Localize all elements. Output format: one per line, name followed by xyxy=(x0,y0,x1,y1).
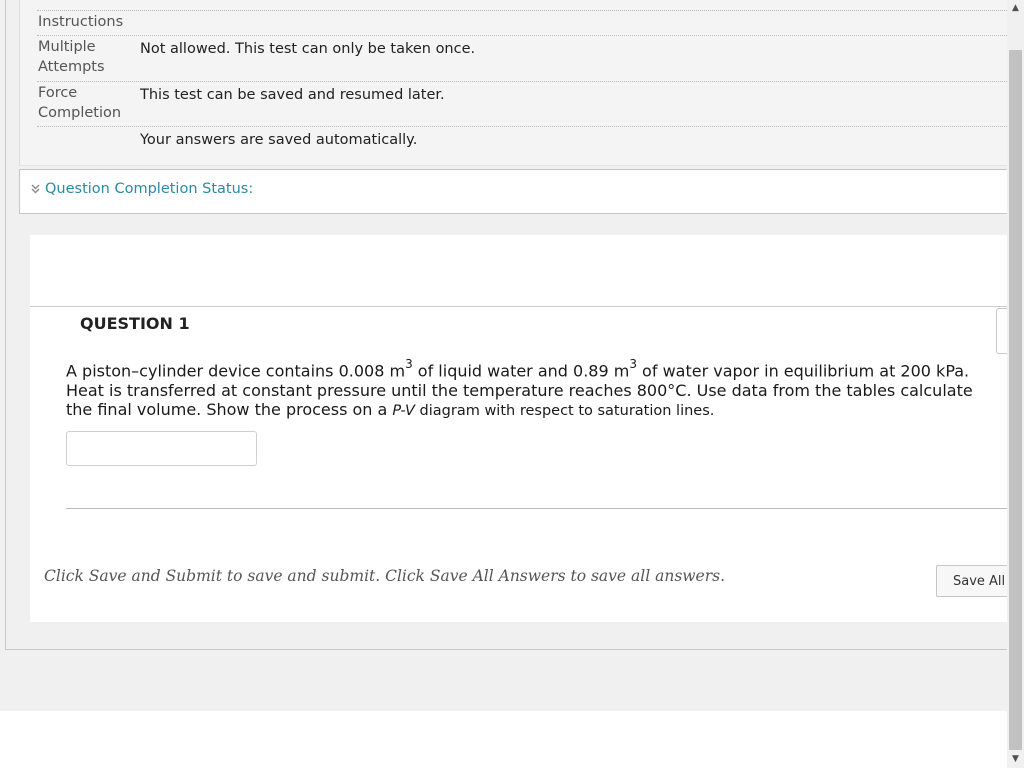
scroll-thumb[interactable] xyxy=(1009,50,1022,750)
save-instructions-text: Click Save and Submit to save and submit… xyxy=(44,567,726,585)
info-label: Instructions xyxy=(38,14,124,30)
question-title: QUESTION 1 xyxy=(80,314,190,333)
double-chevron-down-icon[interactable] xyxy=(31,183,40,197)
info-value: Not allowed. This test can only be taken… xyxy=(140,41,476,57)
vertical-scrollbar[interactable]: ▲ ▼ xyxy=(1007,0,1024,768)
answer-input[interactable] xyxy=(66,431,257,466)
question-completion-status-link[interactable]: Question Completion Status: xyxy=(45,181,253,197)
info-row-autosave: Your answers are saved automatically. xyxy=(37,126,1007,155)
info-value: This test can be saved and resumed later… xyxy=(140,87,445,103)
scroll-up-arrow-icon[interactable]: ▲ xyxy=(1007,0,1024,17)
info-value: Your answers are saved automatically. xyxy=(140,132,418,148)
save-all-answers-button[interactable]: Save All Answers xyxy=(936,565,1016,597)
info-label: Multiple Attempts xyxy=(38,39,105,75)
divider xyxy=(66,508,1007,509)
question-completion-status[interactable]: Question Completion Status: xyxy=(19,169,1009,214)
page-bottom xyxy=(0,711,1007,768)
question-text-part: A piston–cylinder device contains 0.008 … xyxy=(66,361,406,381)
superscript: 3 xyxy=(405,357,413,371)
info-row-force-completion: Force Completion This test can be saved … xyxy=(37,81,1007,127)
info-label: Force Completion xyxy=(38,85,122,121)
question-text-part: diagram with respect to saturation lines… xyxy=(414,403,715,420)
info-row-multiple-attempts: Multiple Attempts Not allowed. This test… xyxy=(37,35,1007,81)
superscript: 3 xyxy=(629,357,637,371)
scroll-down-arrow-icon[interactable]: ▼ xyxy=(1007,751,1024,768)
question-text-part: of liquid water and 0.89 m xyxy=(412,361,630,381)
info-row-instructions: Instructions xyxy=(37,10,1007,35)
question-card xyxy=(30,235,1007,622)
divider xyxy=(30,306,1007,307)
question-text: A piston–cylinder device contains 0.008 … xyxy=(66,357,986,422)
pv-italic: P-V xyxy=(392,403,415,420)
